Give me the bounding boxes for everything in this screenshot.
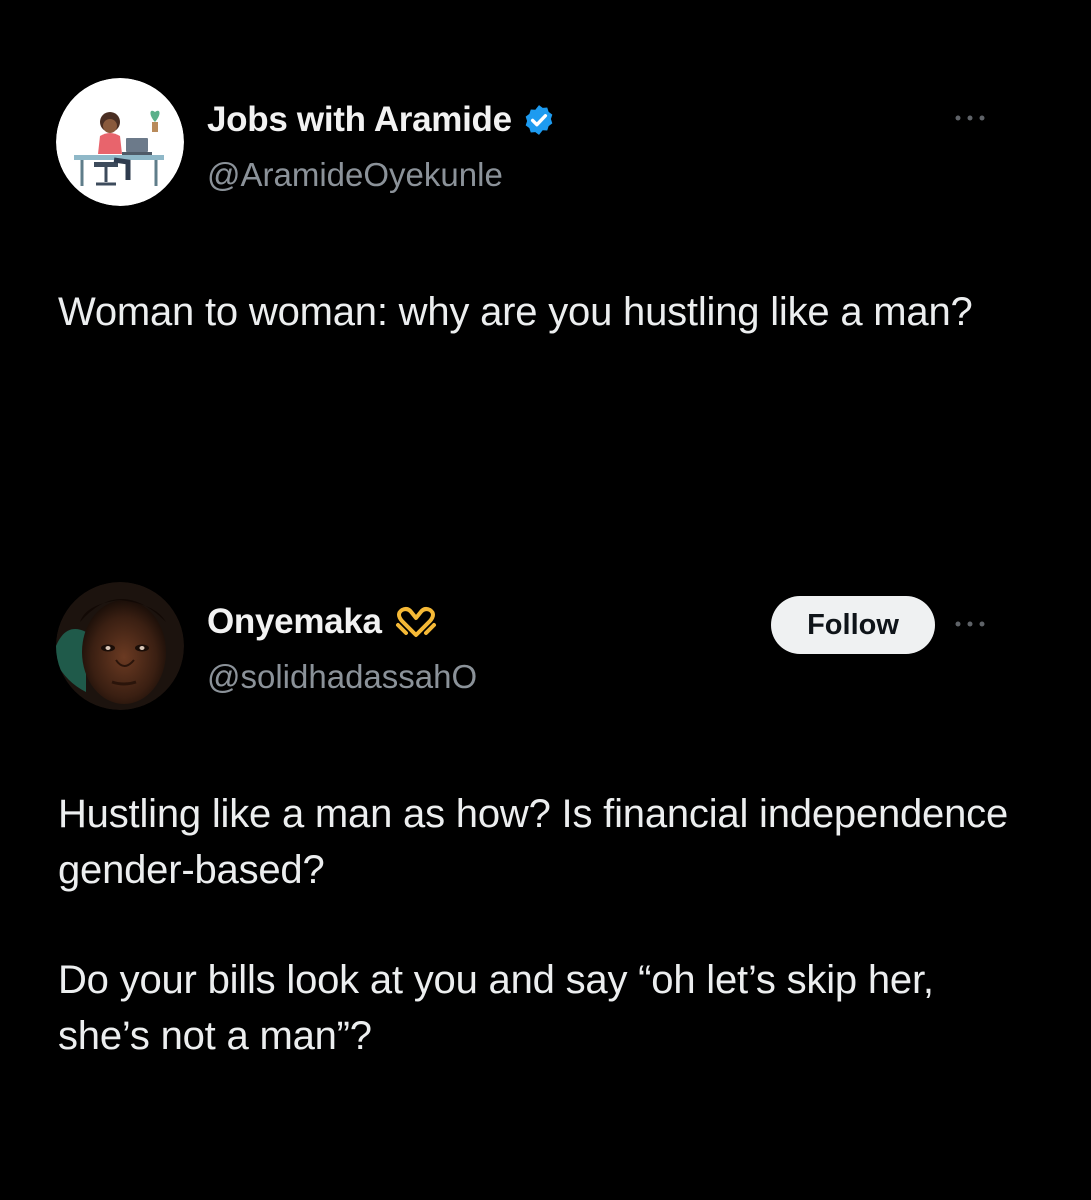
author-name-row: Onyemaka	[207, 602, 440, 642]
profile-photo	[56, 582, 184, 710]
follow-button[interactable]: Follow	[771, 596, 935, 654]
woman-at-desk-illustration	[56, 78, 184, 206]
author-name-row: Jobs with Aramide	[207, 100, 556, 140]
more-options-icon[interactable]	[950, 612, 990, 636]
avatar[interactable]	[56, 582, 184, 710]
heart-hands-emoji-icon	[392, 605, 440, 639]
tweet-text: Woman to woman: why are you hustling lik…	[58, 284, 1018, 340]
tweet-paragraph: Woman to woman: why are you hustling lik…	[58, 290, 973, 334]
avatar[interactable]	[56, 78, 184, 206]
author-handle[interactable]: @AramideOyekunle	[207, 156, 503, 194]
tweet-text: Hustling like a man as how? Is financial…	[58, 786, 1018, 1064]
verified-badge-icon	[522, 103, 556, 137]
author-handle[interactable]: @solidhadassahO	[207, 658, 477, 696]
more-options-icon[interactable]	[950, 106, 990, 130]
author-display-name[interactable]: Jobs with Aramide	[207, 100, 512, 140]
tweet-paragraph: Hustling like a man as how? Is financial…	[58, 792, 1008, 892]
author-display-name[interactable]: Onyemaka	[207, 602, 382, 642]
tweet-paragraph: Do your bills look at you and say “oh le…	[58, 958, 934, 1058]
